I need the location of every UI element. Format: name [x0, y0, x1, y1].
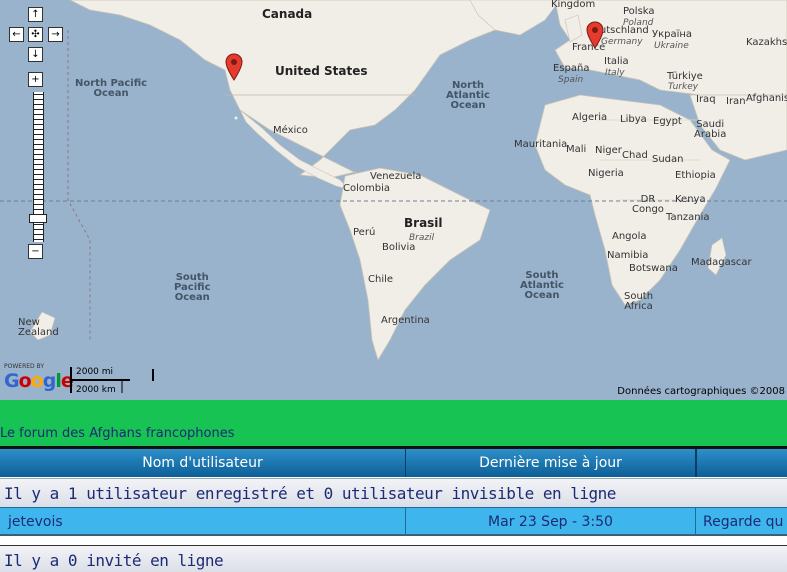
user-link[interactable]: jetevois — [0, 507, 406, 535]
label-iran: Iran — [726, 96, 746, 107]
label-kenya: Kenya — [675, 194, 706, 205]
map-copyright: Données cartographiques ©2008 — [617, 386, 785, 397]
table-header: Nom d'utilisateur Dernière mise à jour — [0, 449, 787, 477]
map-land-layer — [0, 0, 787, 361]
google-logo-letter: G — [4, 370, 20, 392]
label-south-africa: South Africa — [624, 291, 654, 312]
map-marker-usa-icon[interactable] — [225, 53, 243, 81]
label-turkiye: Türkiye — [667, 71, 703, 82]
location-link[interactable]: Regarde qu — [696, 507, 787, 535]
zoom-in-button[interactable]: + — [28, 72, 43, 87]
label-italy: Italy — [605, 68, 625, 78]
label-madagascar: Madagascar — [691, 257, 752, 268]
google-logo-letter: o — [18, 370, 32, 392]
label-united-states: United States — [275, 64, 368, 78]
google-logo[interactable]: Google — [4, 370, 74, 392]
registered-users-info: Il y a 1 utilisateur enregistré et 0 uti… — [0, 478, 787, 507]
last-update-cell: Mar 23 Sep - 3:50 — [406, 507, 696, 535]
forum-title[interactable]: Le forum des Afghans francophones — [0, 426, 235, 441]
label-niger: Niger — [595, 145, 622, 156]
label-south-pacific: South Pacific Ocean — [174, 272, 211, 303]
label-egypt: Egypt — [653, 116, 682, 127]
label-poland: Poland — [623, 18, 654, 28]
label-italia: Italia — [604, 56, 629, 67]
spacer — [0, 535, 787, 545]
label-north-pacific: North Pacific Ocean — [75, 78, 148, 99]
label-canada: Canada — [262, 7, 313, 21]
powered-by-label: POWERED BY — [4, 363, 45, 370]
guests-text: Il y a 0 invité en ligne — [4, 551, 224, 570]
label-ethiopia: Ethiopia — [675, 170, 716, 181]
label-kazakhstan: Kazakhst — [746, 37, 787, 48]
table-row: jetevois Mar 23 Sep - 3:50 Regarde qu — [0, 507, 787, 535]
col-last-update[interactable]: Dernière mise à jour — [406, 449, 696, 477]
col-location[interactable] — [696, 449, 787, 477]
map-marker-france-icon[interactable] — [586, 21, 604, 49]
label-united-kingdom: Kingdom — [551, 0, 596, 10]
label-namibia: Namibia — [607, 250, 649, 261]
scale-km: 2000 km — [76, 385, 116, 395]
label-brasil: Brasil — [404, 216, 443, 230]
guests-info: Il y a 0 invité en ligne — [0, 545, 787, 572]
label-spain: Spain — [558, 75, 584, 85]
google-logo-letter: o — [30, 370, 44, 392]
pan-up-icon[interactable]: ↑ — [28, 7, 43, 22]
pan-down-icon[interactable]: ↓ — [28, 47, 43, 62]
google-logo-letter: g — [42, 370, 57, 392]
map-scale: 2000 mi 2000 km — [70, 367, 132, 395]
scale-tick — [152, 369, 154, 381]
label-ukraine: Ukraine — [654, 41, 689, 51]
zoom-slider-handle[interactable] — [29, 214, 47, 223]
label-venezuela: Venezuela — [370, 171, 422, 182]
label-argentina: Argentina — [381, 315, 430, 326]
label-mauritania: Mauritania — [514, 139, 568, 150]
world-map[interactable]: Canada United States México Venezuela Co… — [0, 0, 787, 400]
label-iraq: Iraq — [696, 94, 716, 105]
registered-users-text: Il y a 1 utilisateur enregistré et 0 uti… — [4, 484, 616, 503]
label-botswana: Botswana — [629, 263, 678, 274]
label-tanzania: Tanzania — [666, 212, 710, 223]
label-dr-congo: DR Congo — [632, 194, 664, 215]
label-north-atlantic: North Atlantic Ocean — [446, 80, 490, 111]
label-polska: Polska — [623, 6, 655, 17]
pan-right-icon[interactable]: → — [48, 27, 63, 42]
label-nigeria: Nigeria — [588, 168, 624, 179]
col-username[interactable]: Nom d'utilisateur — [0, 449, 406, 477]
zoom-out-button[interactable]: − — [28, 244, 43, 259]
label-south-atlantic: South Atlantic Ocean — [520, 270, 564, 301]
label-chad: Chad — [622, 150, 648, 161]
label-angola: Angola — [612, 231, 647, 242]
label-germany: Germany — [601, 37, 643, 47]
label-algeria: Algeria — [572, 112, 608, 123]
label-afghanistan: Afghanist — [746, 93, 787, 104]
label-turkey: Turkey — [668, 82, 699, 92]
label-chile: Chile — [368, 274, 394, 285]
label-mexico: México — [273, 125, 308, 136]
label-libya: Libya — [620, 114, 647, 125]
label-ukraina: Україна — [652, 29, 693, 40]
label-espana: España — [553, 63, 590, 74]
label-new-zealand: New Zealand — [18, 317, 59, 338]
scale-miles: 2000 mi — [76, 367, 114, 377]
label-saudi-arabia: Saudi Arabia — [694, 119, 727, 140]
pan-left-icon[interactable]: ← — [9, 27, 24, 42]
pan-center-icon[interactable]: ✣ — [28, 27, 43, 42]
label-sudan: Sudan — [652, 154, 684, 165]
label-colombia: Colombia — [343, 183, 390, 194]
label-peru: Perú — [353, 227, 376, 238]
label-mali: Mali — [566, 144, 587, 155]
label-bolivia: Bolivia — [382, 242, 416, 253]
